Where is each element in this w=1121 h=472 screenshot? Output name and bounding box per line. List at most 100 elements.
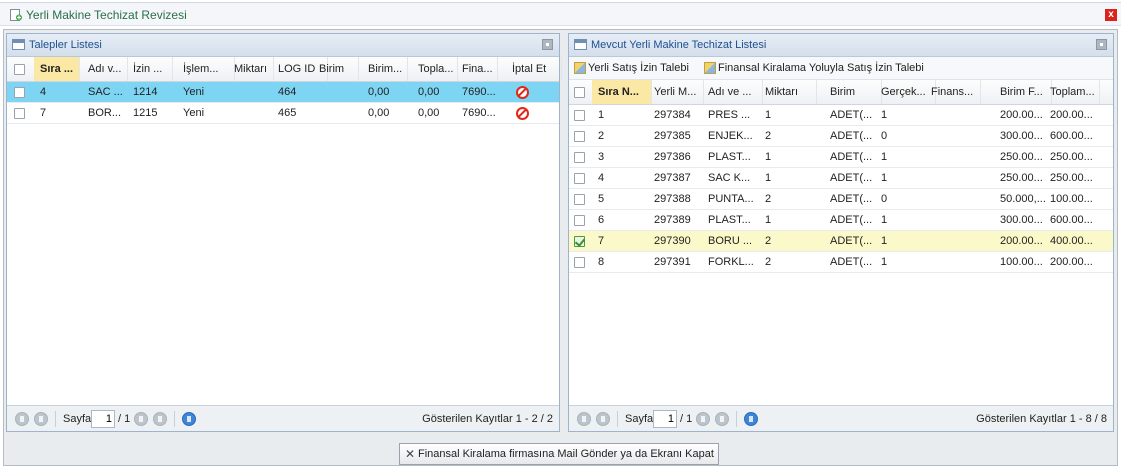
column-header[interactable]: Adı ve ... [702,80,763,104]
refresh-icon[interactable] [182,412,196,426]
row-checkbox[interactable] [574,152,585,163]
edit-icon [704,62,716,74]
table-cell: PLAST... [708,214,751,226]
table-cell: FORKL... [708,256,754,268]
table-cell: PUNTA... [708,193,754,205]
row-checkbox[interactable] [574,236,585,247]
cancel-icon[interactable] [516,107,529,120]
table-cell: 2 [765,130,772,142]
table-row[interactable]: 5 297388 PUNTA... 2 ADET(... 0 50.000,... 100.0… [569,189,1113,210]
row-checkbox[interactable] [14,87,25,98]
table-cell: 2 [598,130,605,142]
column-header[interactable]: Sıra N... [592,80,652,104]
next-page-icon[interactable] [696,412,710,426]
table-row[interactable]: 1 297384 PRES ... 1 ADET(... 1 200.00... 200.00… [569,105,1113,126]
send-mail-or-close-button[interactable]: ✕ Finansal Kiralama firmasına Mail Gönde… [399,443,719,465]
page-label: Sayfa [63,413,92,425]
table-row[interactable]: 7 297390 BORU ... 2 ADET(... 1 200.00... 400.00… [569,231,1113,252]
row-checkbox[interactable] [574,131,585,142]
table-cell: ADET(... [830,235,873,247]
grid-header: Sıra N... Yerli M... Adı ve ... Miktarı Biri… [569,80,1113,105]
refresh-icon[interactable] [744,412,758,426]
panel-title: Talepler Listesi [29,39,102,51]
table-cell [313,103,359,123]
column-header[interactable]: Birim [313,57,359,81]
collapse-button[interactable] [1096,39,1107,50]
table-cell: 200.00... [1050,256,1093,268]
window-title-bar: Yerli Makine Techizat Revizesi x [0,2,1121,26]
mevcut-panel: Mevcut Yerli Makine Techizat Listesi Yer… [568,33,1114,432]
first-page-icon[interactable] [577,412,591,426]
column-header[interactable]: İşlem... [177,57,235,81]
table-row[interactable]: 4 297387 SAC K... 1 ADET(... 1 250.00... 250.00… [569,168,1113,189]
column-header[interactable]: Adı v... [82,57,128,81]
column-header[interactable]: Topla... [412,57,458,81]
table-cell: PLAST... [708,151,751,163]
table-row[interactable]: 2 297385 ENJEK... 2 ADET(... 0 300.00... 600.00… [569,126,1113,147]
pager-status: Gösterilen Kayıtlar 1 - 2 / 2 [422,413,553,425]
column-header[interactable]: Fina... [456,57,498,81]
column-header[interactable]: Finans... [925,80,981,104]
table-cell: 8 [598,256,605,268]
table-cell: ADET(... [830,214,873,226]
column-header[interactable]: Toplam... [1044,80,1100,104]
next-page-icon[interactable] [134,412,148,426]
column-header[interactable]: İptal Et [506,57,562,81]
first-page-icon[interactable] [15,412,29,426]
table-row[interactable]: 4 SAC ... 1214 Yeni 464 0,00 0,00 7690... [7,82,559,103]
table-cell: ADET(... [830,256,873,268]
panel-header: Mevcut Yerli Makine Techizat Listesi [569,34,1113,57]
page-input[interactable] [653,410,677,428]
last-page-icon[interactable] [715,412,729,426]
table-row[interactable]: 3 297386 PLAST... 1 ADET(... 1 250.00... 250.00… [569,147,1113,168]
table-cell: 250.00... [1050,172,1093,184]
column-header[interactable]: Miktarı [759,80,817,104]
yerli-satis-izin-button[interactable]: Yerli Satış İzin Talebi [573,60,689,76]
grid-header: Sıra ... Adı v... İzin ... İşlem... Miktarı L… [7,57,562,82]
table-cell: 1 [765,172,772,184]
row-checkbox[interactable] [574,257,585,268]
collapse-button[interactable] [542,39,553,50]
page-input[interactable] [91,410,115,428]
table-cell: 400.00... [1050,235,1093,247]
table-row[interactable]: 7 BOR... 1215 Yeni 465 0,00 0,00 7690... [7,103,559,124]
table-row[interactable]: 6 297389 PLAST... 1 ADET(... 1 300.00... 600.00… [569,210,1113,231]
column-header[interactable]: Miktarı [228,57,274,81]
row-checkbox[interactable] [574,110,585,121]
table-cell: 0,00 [418,107,440,119]
row-checkbox[interactable] [14,108,25,119]
table-cell: 7 [598,235,605,247]
cancel-icon[interactable] [516,86,529,99]
table-cell: PRES ... [708,109,751,121]
table-cell: Yeni [183,107,205,119]
close-icon[interactable]: x [1105,9,1117,21]
pager: Sayfa / 1 Gösterilen Kayıtlar 1 - 8 / 8 [569,405,1113,431]
row-checkbox[interactable] [574,173,585,184]
column-header[interactable]: Yerli M... [648,80,704,104]
table-cell: 2 [765,256,772,268]
table-cell [925,168,981,188]
select-all-checkbox[interactable] [574,87,585,98]
table-cell [925,126,981,146]
row-checkbox[interactable] [574,194,585,205]
prev-page-icon[interactable] [596,412,610,426]
column-header[interactable]: İzin ... [127,57,173,81]
finansal-kiralama-izin-button[interactable]: Finansal Kiralama Yoluyla Satış İzin Tal… [703,60,924,76]
grid-body: 1 297384 PRES ... 1 ADET(... 1 200.00... 200.00… [569,105,1113,273]
prev-page-icon[interactable] [34,412,48,426]
column-header[interactable]: Sıra ... [34,57,80,81]
table-cell: 297385 [654,130,691,142]
select-all-checkbox[interactable] [14,64,25,75]
table-cell: 1 [598,109,605,121]
column-header[interactable]: Birim [824,80,882,104]
row-checkbox[interactable] [574,215,585,226]
last-page-icon[interactable] [153,412,167,426]
table-cell [228,103,274,123]
table-cell [925,105,981,125]
table-cell: 4 [40,86,47,98]
panel-header: Talepler Listesi [7,34,559,57]
table-row[interactable]: 8 297391 FORKL... 2 ADET(... 1 100.00... 200.00… [569,252,1113,273]
table-cell [925,231,981,251]
table-cell: ADET(... [830,172,873,184]
column-header[interactable]: Birim... [362,57,408,81]
